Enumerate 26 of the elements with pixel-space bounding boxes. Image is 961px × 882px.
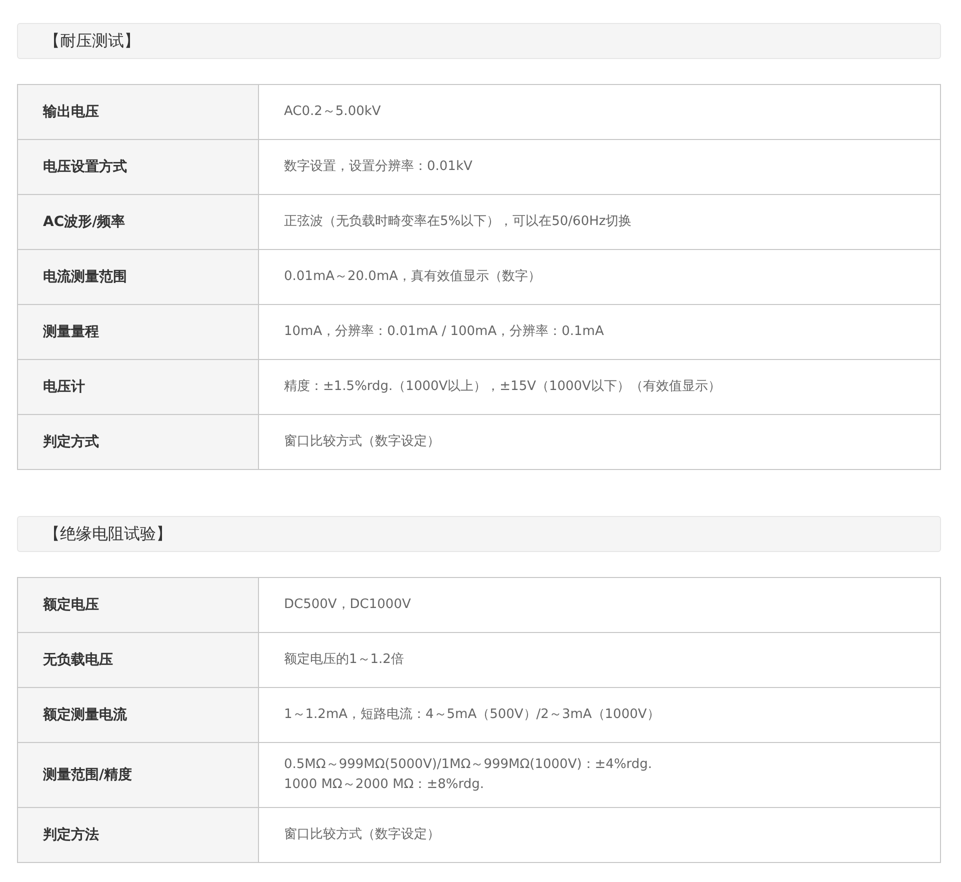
spec-value: AC0.2～5.00kV	[258, 84, 940, 140]
spec-value: 精度：±1.5%rdg.（1000V以上），±15V（1000V以下）（有效值显示）	[258, 360, 940, 414]
spec-label: 额定测量电流	[18, 688, 258, 742]
spec-value: DC500V，DC1000V	[258, 578, 940, 632]
spec-label: 额定电压	[18, 578, 258, 632]
spec-label: AC波形/频率	[18, 194, 258, 250]
spec-value: 10mA，分辨率：0.01mA / 100mA，分辨率：0.1mA	[258, 304, 940, 360]
spec-value: 0.5MΩ～999MΩ(5000V)/1MΩ～999MΩ(1000V)：±4%rdg. 1000 MΩ～2000 MΩ：±8%rdg.	[258, 742, 940, 808]
spec-value: 1～1.2mA，短路电流：4～5mA（500V）/2～3mA（1000V）	[258, 688, 940, 742]
spec-label: 判定方式	[18, 414, 258, 470]
spec-label: 测量量程	[18, 304, 258, 360]
spec-value: 数字设置，设置分辨率：0.01kV	[258, 140, 940, 194]
spec-label: 输出电压	[18, 84, 258, 140]
section-heading: 【耐压测试】	[17, 23, 941, 59]
spec-value: 窗口比较方式（数字设定）	[258, 414, 940, 470]
spec-value: 0.01mA～20.0mA，真有效值显示（数字）	[258, 250, 940, 304]
spec-label: 测量范围/精度	[18, 742, 258, 808]
spec-label: 电压设置方式	[18, 140, 258, 194]
spec-label: 电流测量范围	[18, 250, 258, 304]
spec-value: 额定电压的1～1.2倍	[258, 632, 940, 688]
section-heading: 【绝缘电阻试验】	[17, 516, 941, 552]
spec-label: 判定方法	[18, 808, 258, 862]
spec-label: 电压计	[18, 360, 258, 414]
spec-value: 正弦波（无负载时畸变率在5%以下），可以在50/60Hz切换	[258, 194, 940, 250]
spec-label: 无负载电压	[18, 632, 258, 688]
spec-value: 窗口比较方式（数字设定）	[258, 808, 940, 862]
